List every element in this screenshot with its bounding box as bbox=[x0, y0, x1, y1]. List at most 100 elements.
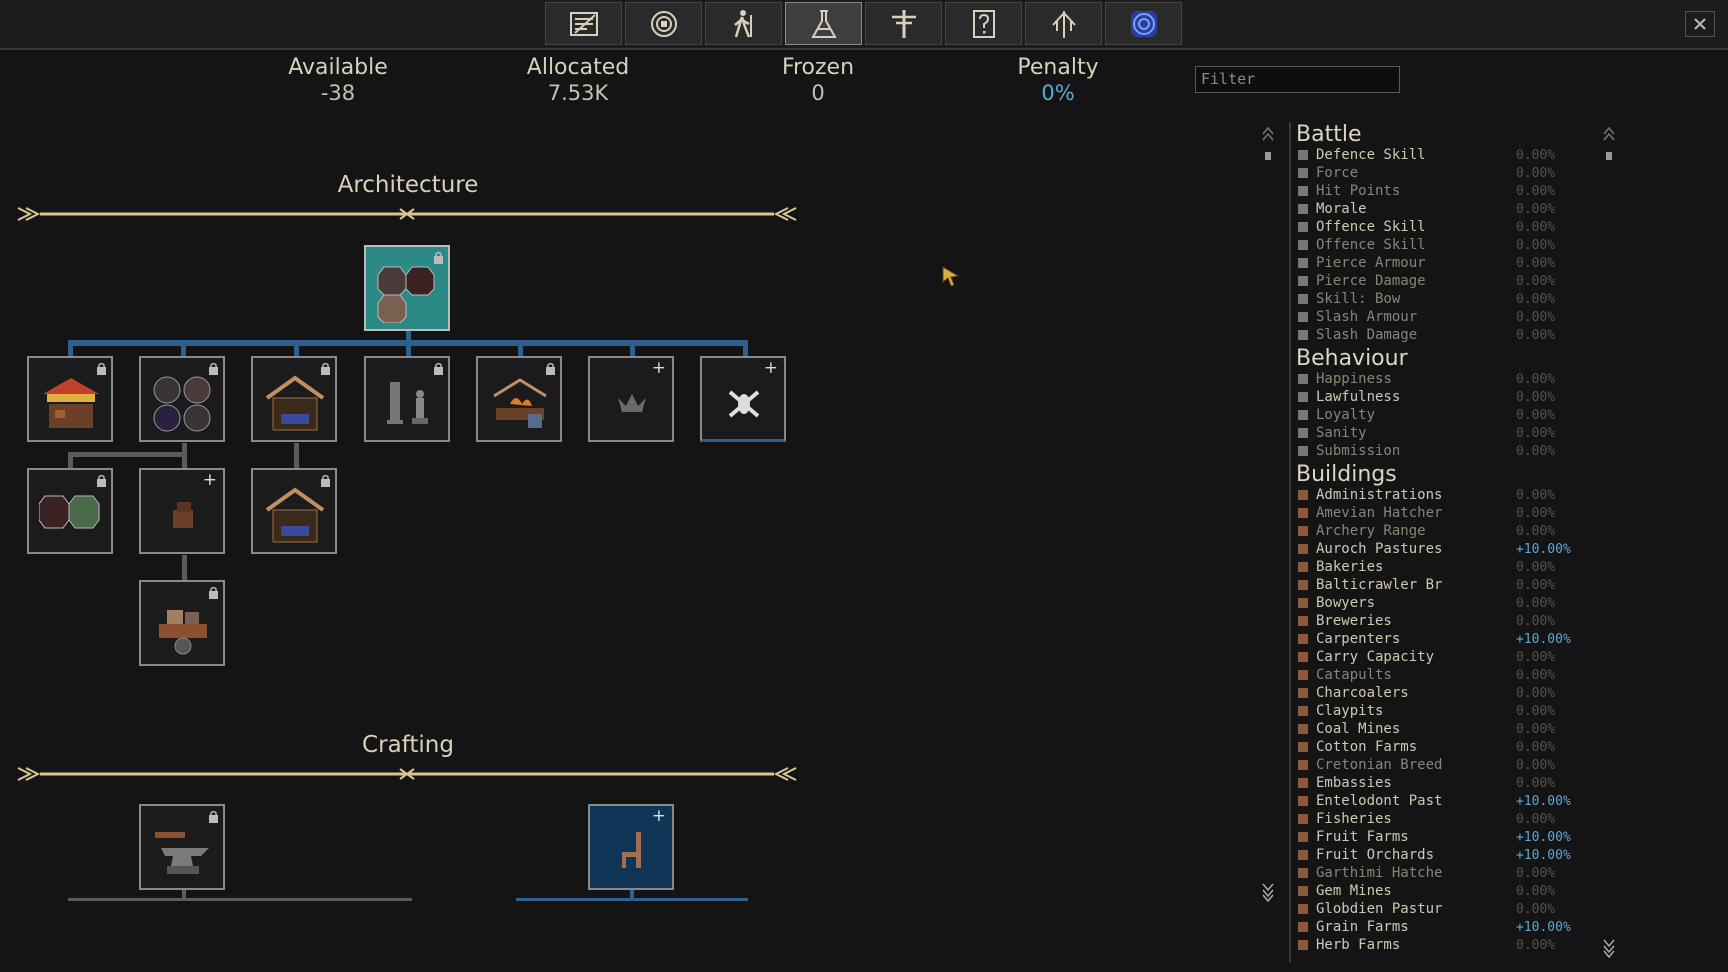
bonus-row[interactable]: Entelodont Past +10.00% bbox=[1296, 792, 1613, 810]
bonus-row[interactable]: Cretonian Breed 0.00% bbox=[1296, 756, 1613, 774]
mouse-cursor-icon bbox=[942, 266, 960, 287]
tech-node-anvil[interactable] bbox=[139, 804, 225, 890]
bonus-icon bbox=[1298, 186, 1308, 196]
close-button[interactable] bbox=[1685, 11, 1715, 37]
tech-node-chair[interactable]: + bbox=[588, 804, 674, 890]
tech-node-tiles-advanced[interactable] bbox=[27, 468, 113, 554]
tech-node-insect[interactable]: + bbox=[700, 356, 786, 442]
market-stall-icon bbox=[43, 378, 99, 428]
bonus-row[interactable]: Lawfulness 0.00% bbox=[1296, 388, 1613, 406]
tech-node-crown[interactable]: + bbox=[588, 356, 674, 442]
bonus-row[interactable]: Bakeries 0.00% bbox=[1296, 558, 1613, 576]
bonus-icon bbox=[1298, 922, 1308, 932]
bonus-row[interactable]: Submission 0.00% bbox=[1296, 442, 1613, 460]
bonus-row[interactable]: Breweries 0.00% bbox=[1296, 612, 1613, 630]
tech-node-forge[interactable] bbox=[476, 356, 562, 442]
close-icon bbox=[1694, 18, 1706, 30]
bonus-value: 0.00% bbox=[1516, 407, 1556, 423]
bonus-value: +10.00% bbox=[1516, 541, 1571, 557]
bonus-icon bbox=[1298, 598, 1308, 608]
tree-connector bbox=[518, 340, 523, 357]
bonus-row[interactable]: Force 0.00% bbox=[1296, 164, 1613, 182]
bonus-row[interactable]: Embassies 0.00% bbox=[1296, 774, 1613, 792]
chair-icon bbox=[622, 832, 641, 868]
bonus-row[interactable]: Pierce Damage 0.00% bbox=[1296, 272, 1613, 290]
bonus-row[interactable]: Happiness 0.00% bbox=[1296, 370, 1613, 388]
tab-ledger[interactable] bbox=[545, 2, 622, 45]
pillar-statue-icon bbox=[387, 382, 428, 424]
bonus-row[interactable]: Herb Farms 0.00% bbox=[1296, 936, 1613, 954]
bonus-row[interactable]: Slash Damage 0.00% bbox=[1296, 326, 1613, 344]
bonus-row[interactable]: Morale 0.00% bbox=[1296, 200, 1613, 218]
bonus-name: Grain Farms bbox=[1316, 919, 1409, 935]
tech-node-house[interactable] bbox=[251, 356, 337, 442]
bonus-row[interactable]: Grain Farms +10.00% bbox=[1296, 918, 1613, 936]
bonus-row[interactable]: Globdien Pastur 0.00% bbox=[1296, 900, 1613, 918]
bonus-icon bbox=[1298, 222, 1308, 232]
tech-node-tiles[interactable] bbox=[139, 356, 225, 442]
bonus-row[interactable]: Offence Skill 0.00% bbox=[1296, 236, 1613, 254]
bonus-row[interactable]: Carpenters +10.00% bbox=[1296, 630, 1613, 648]
bonus-row[interactable]: Charcoalers 0.00% bbox=[1296, 684, 1613, 702]
tech-node-house-advanced[interactable] bbox=[251, 468, 337, 554]
bonus-row[interactable]: Garthimi Hatche 0.00% bbox=[1296, 864, 1613, 882]
bonus-row[interactable]: Fisheries 0.00% bbox=[1296, 810, 1613, 828]
tab-coin[interactable] bbox=[625, 2, 702, 45]
bonus-row[interactable]: Cotton Farms 0.00% bbox=[1296, 738, 1613, 756]
bonus-row[interactable]: Skill: Bow 0.00% bbox=[1296, 290, 1613, 308]
bonus-row[interactable]: Fruit Orchards +10.00% bbox=[1296, 846, 1613, 864]
bonus-row[interactable]: Defence Skill 0.00% bbox=[1296, 146, 1613, 164]
panel-scrollbar-left[interactable] bbox=[1262, 124, 1274, 904]
tree-connector bbox=[630, 890, 634, 900]
bonus-icon bbox=[1298, 526, 1308, 536]
bonus-row[interactable]: Auroch Pastures +10.00% bbox=[1296, 540, 1613, 558]
bonus-row[interactable]: Sanity 0.00% bbox=[1296, 424, 1613, 442]
bonus-row[interactable]: Catapults 0.00% bbox=[1296, 666, 1613, 684]
tree-connector bbox=[182, 555, 187, 581]
bonus-row[interactable]: Slash Armour 0.00% bbox=[1296, 308, 1613, 326]
tech-node-statue[interactable] bbox=[364, 356, 450, 442]
tree-connector bbox=[294, 443, 299, 469]
bonus-row[interactable]: Offence Skill 0.00% bbox=[1296, 218, 1613, 236]
bonus-row[interactable]: Claypits 0.00% bbox=[1296, 702, 1613, 720]
filter-input[interactable]: Filter bbox=[1195, 66, 1400, 93]
map-icon bbox=[1130, 10, 1157, 37]
bonus-name: Cretonian Breed bbox=[1316, 757, 1443, 773]
bonus-value: 0.00% bbox=[1516, 505, 1556, 521]
bonus-row[interactable]: Balticrawler Br 0.00% bbox=[1296, 576, 1613, 594]
bonus-row[interactable]: Carry Capacity 0.00% bbox=[1296, 648, 1613, 666]
bonus-icon bbox=[1298, 670, 1308, 680]
bonus-name: Administrations bbox=[1316, 487, 1443, 503]
tree-connector bbox=[68, 898, 412, 901]
bonus-row[interactable]: Archery Range 0.00% bbox=[1296, 522, 1613, 540]
bonus-name: Happiness bbox=[1316, 371, 1392, 387]
bonus-name: Slash Damage bbox=[1316, 327, 1418, 343]
tab-research[interactable] bbox=[785, 2, 862, 45]
bonus-row[interactable]: Bowyers 0.00% bbox=[1296, 594, 1613, 612]
tab-questions[interactable] bbox=[945, 2, 1022, 45]
bonus-row[interactable]: Loyalty 0.00% bbox=[1296, 406, 1613, 424]
tab-walker[interactable] bbox=[705, 2, 782, 45]
bonus-row[interactable]: Hit Points 0.00% bbox=[1296, 182, 1613, 200]
tree-connector bbox=[743, 340, 748, 357]
tech-node-cart[interactable] bbox=[139, 580, 225, 666]
bonus-value: 0.00% bbox=[1516, 255, 1556, 271]
bonus-row[interactable]: Fruit Farms +10.00% bbox=[1296, 828, 1613, 846]
bonus-name: Bakeries bbox=[1316, 559, 1384, 575]
bonus-icon bbox=[1298, 868, 1308, 878]
tech-node-root[interactable] bbox=[364, 245, 450, 331]
bonus-row[interactable]: Coal Mines 0.00% bbox=[1296, 720, 1613, 738]
bonus-row[interactable]: Administrations 0.00% bbox=[1296, 486, 1613, 504]
tree-connector bbox=[181, 340, 186, 357]
tab-tree[interactable] bbox=[1025, 2, 1102, 45]
bonus-value: +10.00% bbox=[1516, 793, 1571, 809]
tab-map[interactable] bbox=[1105, 2, 1182, 45]
tech-node-crate[interactable]: + bbox=[139, 468, 225, 554]
tab-laws[interactable] bbox=[865, 2, 942, 45]
bonus-row[interactable]: Gem Mines 0.00% bbox=[1296, 882, 1613, 900]
bonus-row[interactable]: Amevian Hatcher 0.00% bbox=[1296, 504, 1613, 522]
category-buildings: Administrations 0.00% Amevian Hatcher 0.00%… bbox=[1288, 486, 1613, 954]
bonus-name: Charcoalers bbox=[1316, 685, 1409, 701]
tech-node-market[interactable] bbox=[27, 356, 113, 442]
bonus-row[interactable]: Pierce Armour 0.00% bbox=[1296, 254, 1613, 272]
